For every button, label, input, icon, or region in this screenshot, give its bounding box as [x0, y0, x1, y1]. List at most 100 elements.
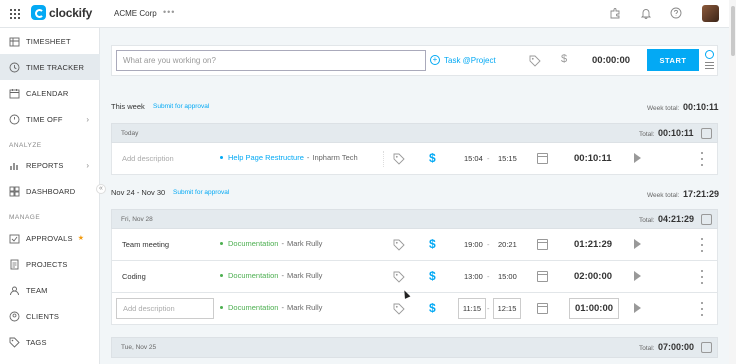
- bulk-edit-icon[interactable]: [701, 342, 712, 353]
- entry-start-time-input[interactable]: 11:15: [458, 298, 486, 319]
- project-color-dot: [220, 242, 223, 245]
- entry-description[interactable]: Coding: [122, 272, 146, 281]
- entry-project[interactable]: Help Page Restructure - Inpharm Tech: [220, 153, 358, 162]
- billable-icon[interactable]: $: [429, 269, 436, 283]
- description-input[interactable]: [116, 50, 426, 71]
- tag-icon[interactable]: [529, 55, 541, 67]
- entry-end-time[interactable]: 20:21: [498, 240, 517, 249]
- reports-icon: [9, 160, 20, 171]
- entry-description[interactable]: Team meeting: [122, 240, 169, 249]
- task-project-button[interactable]: + Task @Project: [430, 55, 496, 65]
- bulk-edit-icon[interactable]: [701, 214, 712, 225]
- team-icon: [9, 285, 20, 296]
- scrollbar-thumb[interactable]: [731, 6, 735, 56]
- client-name: Mark Rully: [286, 271, 323, 280]
- billable-icon[interactable]: $: [429, 151, 436, 165]
- entry-project[interactable]: Documentation - Mark Rully: [220, 271, 322, 280]
- calendar-icon[interactable]: [537, 153, 548, 164]
- app-grid-icon[interactable]: [10, 9, 20, 19]
- entry-start-time[interactable]: 19:00: [464, 240, 483, 249]
- entry-end-time-input[interactable]: 12:15: [493, 298, 521, 319]
- more-options-icon[interactable]: [701, 238, 703, 252]
- top-bar: clockify ACME Corp •••: [0, 0, 736, 28]
- calendar-icon[interactable]: [537, 239, 548, 250]
- play-icon[interactable]: [634, 239, 641, 249]
- bell-icon[interactable]: [640, 7, 652, 19]
- timer-mode-clock-icon[interactable]: [705, 50, 714, 59]
- start-button[interactable]: START: [647, 49, 699, 71]
- billable-icon[interactable]: $: [429, 301, 436, 315]
- sidebar-item-clients[interactable]: CLIENTS: [0, 303, 100, 329]
- calendar-icon[interactable]: [537, 303, 548, 314]
- extension-icon[interactable]: [609, 7, 621, 19]
- sidebar-item-label: TAGS: [26, 337, 47, 347]
- day-header: Fri, Nov 28 Total: 04:21:29: [111, 209, 718, 229]
- projects-icon: [9, 259, 20, 270]
- tag-icon[interactable]: [393, 239, 405, 251]
- submit-for-approval-link[interactable]: Submit for approval: [173, 189, 229, 196]
- day-header: Tue, Nov 25 Total: 07:00:00: [111, 337, 718, 358]
- sidebar-item-label: APPROVALS: [26, 233, 73, 243]
- sidebar-item-approvals[interactable]: APPROVALS ★: [0, 225, 100, 251]
- project-color-dot: [220, 156, 223, 159]
- entry-end-time[interactable]: 15:00: [498, 272, 517, 281]
- sidebar-item-label: CLIENTS: [26, 311, 60, 321]
- entry-end-time[interactable]: 15:15: [498, 154, 517, 163]
- client-name: Inpharm Tech: [312, 153, 358, 162]
- sidebar-item-time-tracker[interactable]: TIME TRACKER: [0, 54, 100, 80]
- sidebar-item-time-off[interactable]: TIME OFF ›: [0, 106, 100, 132]
- entry-description-input[interactable]: Add description: [116, 298, 214, 319]
- billable-icon[interactable]: $: [561, 53, 567, 65]
- chevron-right-icon: ›: [86, 115, 89, 124]
- sidebar-item-dashboard[interactable]: DASHBOARD: [0, 178, 100, 204]
- week-total-label: Week total:: [647, 105, 680, 112]
- sidebar-item-label: CALENDAR: [26, 88, 69, 98]
- bulk-edit-icon[interactable]: [701, 128, 712, 139]
- entry-start-time[interactable]: 13:00: [464, 272, 483, 281]
- calendar-icon[interactable]: [537, 271, 548, 282]
- sidebar-item-timesheet[interactable]: TIMESHEET: [0, 28, 100, 54]
- more-options-icon[interactable]: [701, 152, 703, 166]
- user-avatar[interactable]: [702, 5, 719, 22]
- more-options-icon[interactable]: [701, 270, 703, 284]
- workspace-more-icon[interactable]: •••: [163, 7, 175, 17]
- sidebar-item-label: TIMESHEET: [26, 36, 71, 46]
- tag-icon[interactable]: [393, 303, 405, 315]
- entry-duration[interactable]: 01:21:29: [574, 239, 612, 250]
- play-icon[interactable]: [634, 303, 641, 313]
- entry-start-time[interactable]: 15:04: [464, 154, 483, 163]
- sidebar-item-projects[interactable]: PROJECTS: [0, 251, 100, 277]
- billable-icon[interactable]: $: [429, 237, 436, 251]
- client-separator: -: [281, 303, 284, 312]
- collapse-sidebar-button[interactable]: «: [96, 184, 106, 194]
- play-icon[interactable]: [634, 271, 641, 281]
- logo[interactable]: clockify: [31, 5, 92, 20]
- entry-project[interactable]: Documentation - Mark Rully: [220, 239, 322, 248]
- entry-project[interactable]: Documentation - Mark Rully: [220, 303, 322, 312]
- tag-icon[interactable]: [393, 271, 405, 283]
- sidebar-item-team[interactable]: TEAM: [0, 277, 100, 303]
- play-icon[interactable]: [634, 153, 641, 163]
- more-options-icon[interactable]: [701, 302, 703, 316]
- entry-duration[interactable]: 02:00:00: [574, 271, 612, 282]
- sidebar-item-tags[interactable]: TAGS: [0, 329, 100, 355]
- sidebar-item-label: TIME TRACKER: [26, 62, 85, 72]
- client-separator: -: [306, 153, 310, 162]
- entry-description[interactable]: Add description: [122, 154, 174, 163]
- time-dash: -: [487, 240, 490, 249]
- entry-duration-input[interactable]: 01:00:00: [569, 298, 619, 319]
- sidebar-item-calendar[interactable]: CALENDAR: [0, 80, 100, 106]
- clock-icon: [9, 62, 20, 73]
- sidebar-item-reports[interactable]: REPORTS ›: [0, 152, 100, 178]
- manual-mode-list-icon[interactable]: [705, 62, 714, 70]
- submit-for-approval-link[interactable]: Submit for approval: [153, 103, 209, 110]
- entry-duration[interactable]: 00:10:11: [574, 153, 612, 164]
- chevron-right-icon: ›: [86, 161, 89, 170]
- week-total-label: Week total:: [647, 192, 680, 199]
- tag-icon[interactable]: [393, 153, 405, 165]
- workspace-name[interactable]: ACME Corp: [114, 9, 157, 18]
- clockify-logo-icon: [31, 5, 46, 20]
- day-title: Today: [121, 130, 139, 137]
- help-icon[interactable]: [670, 7, 682, 19]
- dashboard-icon: [9, 186, 20, 197]
